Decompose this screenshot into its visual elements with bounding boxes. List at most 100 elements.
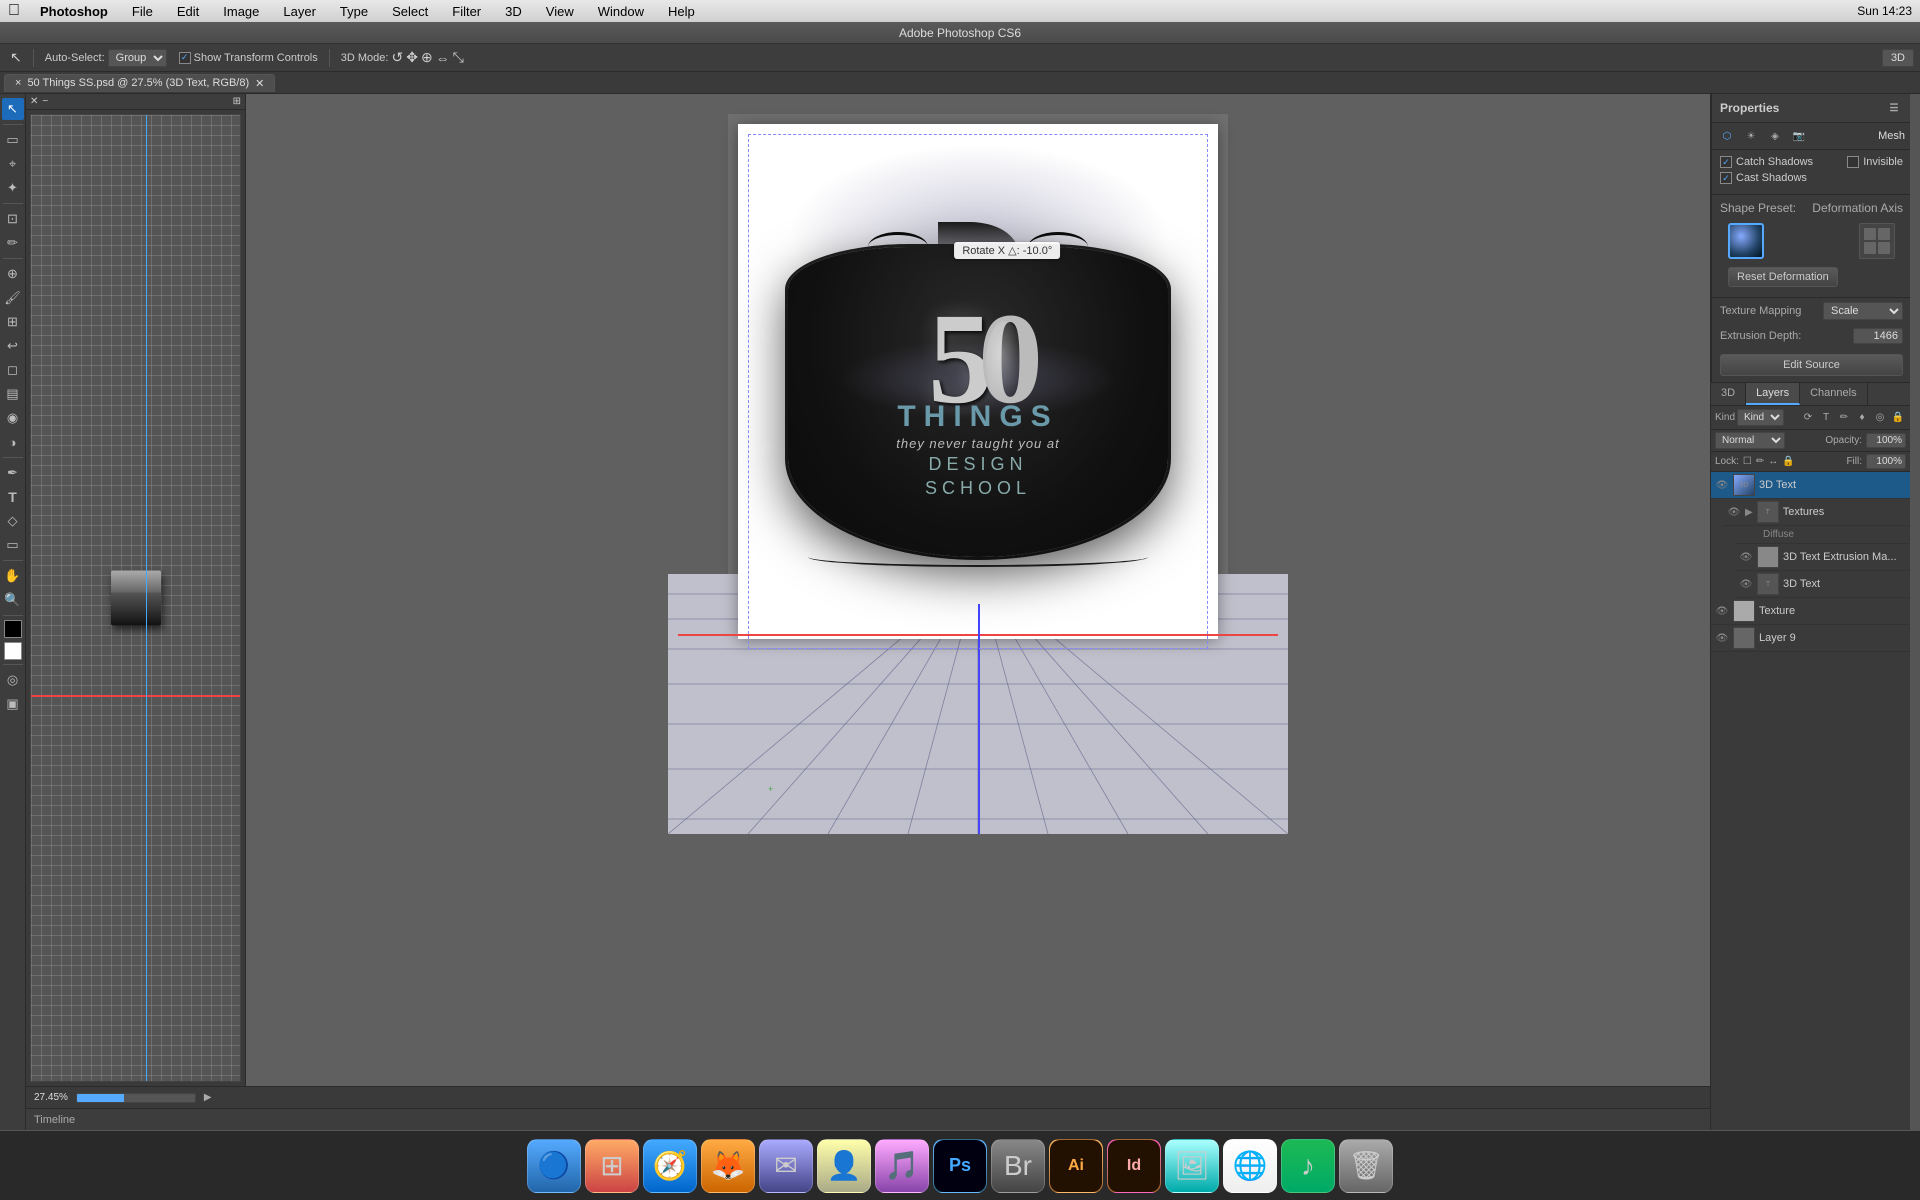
tab-3d[interactable]: 3D (1711, 383, 1746, 405)
tool-marquee[interactable]: ▭ (2, 129, 24, 151)
dock-finder[interactable]: 🔵 (527, 1139, 581, 1193)
extrusion-value-input[interactable]: 1466 (1853, 328, 1903, 344)
layer-item-3dtext-sub[interactable]: 👁 T 3D Text (1735, 571, 1910, 598)
eye-extrusion[interactable]: 👁 (1739, 550, 1753, 564)
menu-file[interactable]: File (128, 4, 157, 19)
tool-zoom[interactable]: 🔍 (2, 589, 24, 611)
tool-dodge[interactable]: ◑ (2, 431, 24, 453)
tool-arrow[interactable]: ↖ (6, 47, 26, 68)
doc-tab-close2[interactable]: ✕ (255, 77, 264, 90)
tool-screen-mode[interactable]: ▣ (2, 693, 24, 715)
dock-bridge[interactable]: Br (991, 1139, 1045, 1193)
tab-layers[interactable]: Layers (1746, 383, 1800, 405)
tool-move[interactable]: ↖ (2, 98, 24, 120)
invisible-cb[interactable] (1847, 156, 1859, 168)
thumb-close-x[interactable]: ✕ (30, 96, 38, 107)
material-icon-btn[interactable]: ◈ (1766, 127, 1784, 145)
layer-btn-4[interactable]: ♦ (1854, 410, 1870, 426)
progress-arrow[interactable]: ▶ (204, 1092, 212, 1103)
camera-icon-btn[interactable]: 📷 (1790, 127, 1808, 145)
apple-logo[interactable]:  (8, 2, 20, 20)
thumb-expand[interactable]: ⊞ (233, 96, 241, 107)
lock-icon-4[interactable]: 🔒 (1782, 456, 1794, 467)
menu-3d[interactable]: 3D (501, 4, 526, 19)
tool-quick-mask[interactable]: ◎ (2, 669, 24, 691)
cast-cb[interactable] (1720, 172, 1732, 184)
cast-shadows-check[interactable]: Cast Shadows (1720, 172, 1807, 184)
dock-safari[interactable]: 🧭 (643, 1139, 697, 1193)
transform-check[interactable]: Show Transform Controls (175, 50, 322, 66)
kind-select[interactable]: Kind (1737, 409, 1784, 426)
dock-chrome[interactable]: 🌐 (1223, 1139, 1277, 1193)
tool-shape[interactable]: ▭ (2, 534, 24, 556)
background-color[interactable] (4, 642, 22, 660)
invisible-check[interactable]: Invisible (1847, 156, 1903, 168)
dock-preview[interactable]: 🖼 (1165, 1139, 1219, 1193)
dock-launchpad[interactable]: ⊞ (585, 1139, 639, 1193)
eye-layer9[interactable]: 👁 (1715, 631, 1729, 645)
menu-type[interactable]: Type (336, 4, 372, 19)
opacity-input[interactable] (1866, 433, 1906, 448)
layer-btn-6[interactable]: 🔒 (1890, 410, 1906, 426)
eye-3dtext[interactable]: 👁 (1715, 478, 1729, 492)
layer-item-texture[interactable]: 👁 Texture (1711, 598, 1910, 625)
edit-source-btn[interactable]: Edit Source (1720, 354, 1903, 376)
layer-item-layer9[interactable]: 👁 Layer 9 (1711, 625, 1910, 652)
layer-btn-1[interactable]: ⟳ (1800, 410, 1816, 426)
catch-shadows-check[interactable]: Catch Shadows (1720, 156, 1813, 168)
lock-icon-1[interactable]: ☐ (1743, 456, 1752, 467)
layer-btn-3[interactable]: ✏ (1836, 410, 1852, 426)
thumb-minimize[interactable]: − (42, 96, 48, 107)
mesh-icon-btn[interactable]: ⬡ (1718, 127, 1736, 145)
textures-arrow[interactable]: ▶ (1745, 507, 1753, 518)
tool-brush[interactable]: 🖌 (2, 287, 24, 309)
tool-crop[interactable]: ⊡ (2, 208, 24, 230)
eye-textures[interactable]: 👁 (1727, 505, 1741, 519)
menu-filter[interactable]: Filter (448, 4, 485, 19)
menu-view[interactable]: View (542, 4, 578, 19)
light-icon-btn[interactable]: ☀ (1742, 127, 1760, 145)
scale-3d-icon[interactable]: ⤡ (453, 49, 464, 66)
menu-edit[interactable]: Edit (173, 4, 203, 19)
tool-stamp[interactable]: ⊞ (2, 311, 24, 333)
dock-ps[interactable]: Ps (933, 1139, 987, 1193)
orbit-3d-icon[interactable]: ⊕ (421, 49, 433, 66)
catch-cb[interactable] (1720, 156, 1732, 168)
lock-icon-2[interactable]: ✏ (1756, 456, 1764, 467)
tool-healing[interactable]: ⊕ (2, 263, 24, 285)
dock-illustrator[interactable]: Ai (1049, 1139, 1103, 1193)
menu-help[interactable]: Help (664, 4, 699, 19)
foreground-color[interactable] (4, 620, 22, 638)
tool-pen[interactable]: ✒ (2, 462, 24, 484)
dock-trash[interactable]: 🗑 (1339, 1139, 1393, 1193)
layer-item-extrusion[interactable]: 👁 E 3D Text Extrusion Ma... (1735, 544, 1910, 571)
prop-icon-1[interactable]: ☰ (1885, 99, 1903, 117)
shape-preset-thumb[interactable] (1728, 223, 1764, 259)
tool-history[interactable]: ↩ (2, 335, 24, 357)
tab-channels[interactable]: Channels (1800, 383, 1867, 405)
pan-3d-icon[interactable]: ✥ (406, 49, 418, 66)
tool-gradient[interactable]: ▤ (2, 383, 24, 405)
fill-input[interactable] (1866, 454, 1906, 469)
layer-btn-5[interactable]: ◎ (1872, 410, 1888, 426)
dock-indesign[interactable]: Id (1107, 1139, 1161, 1193)
eye-3dtext-sub[interactable]: 👁 (1739, 577, 1753, 591)
tool-lasso[interactable]: ⌖ (2, 153, 24, 175)
layer-item-3dtext[interactable]: 👁 3D 3D Text (1711, 472, 1910, 499)
rotate-3d-icon[interactable]: ↺ (391, 49, 403, 66)
app-name[interactable]: Photoshop (36, 4, 112, 19)
canvas-viewport[interactable]: Rotate X △: -10.0° .gl{stroke:rgba(100,1… (246, 94, 1710, 1086)
tool-text[interactable]: T (2, 486, 24, 508)
lock-icon-3[interactable]: ↔ (1768, 456, 1778, 467)
layer-item-textures[interactable]: 👁 ▶ T Textures (1723, 499, 1910, 526)
menu-layer[interactable]: Layer (279, 4, 320, 19)
tool-eraser[interactable]: ◻ (2, 359, 24, 381)
tool-path[interactable]: ◇ (2, 510, 24, 532)
dock-itunes[interactable]: 🎵 (875, 1139, 929, 1193)
tool-wand[interactable]: ✦ (2, 177, 24, 199)
texture-mapping-select[interactable]: Scale Tile Inflate (1823, 302, 1903, 320)
dock-spotify[interactable]: ♪ (1281, 1139, 1335, 1193)
menu-window[interactable]: Window (594, 4, 648, 19)
dock-firefox[interactable]: 🦊 (701, 1139, 755, 1193)
tool-hand[interactable]: ✋ (2, 565, 24, 587)
